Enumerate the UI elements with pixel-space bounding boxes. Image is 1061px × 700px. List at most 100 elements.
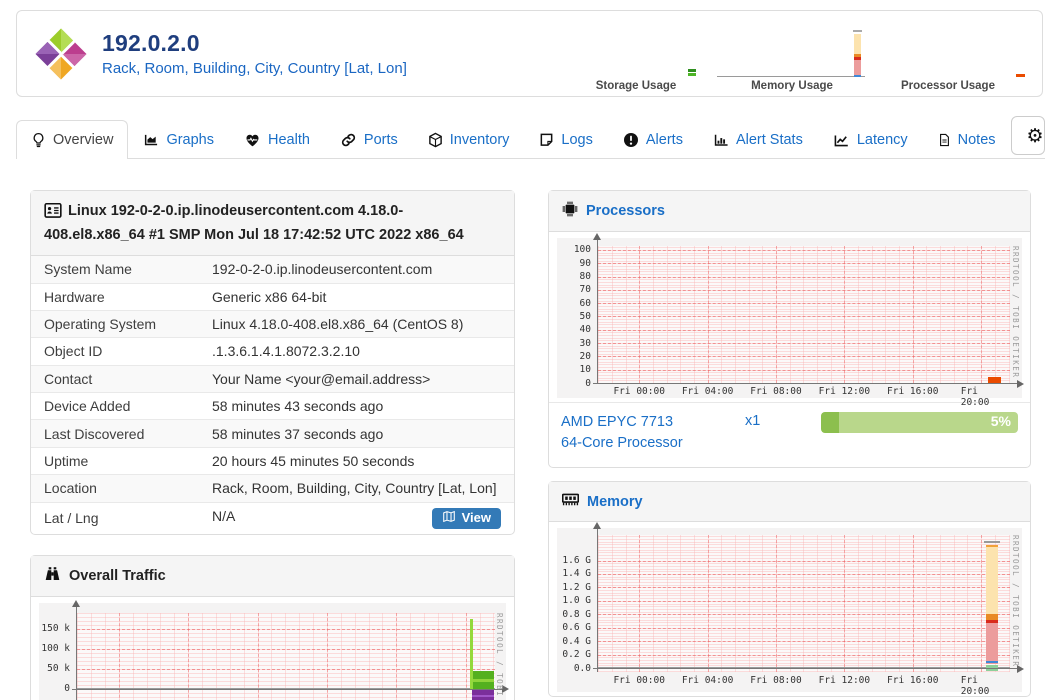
- area-chart-icon: [143, 133, 159, 148]
- mini-graph-storage[interactable]: Storage Usage: [558, 25, 714, 93]
- gridline: [639, 535, 641, 673]
- gridline: [871, 246, 873, 383]
- settings-button[interactable]: ⚙: [1012, 117, 1044, 154]
- table-row: Lat / Lng N/A View: [31, 501, 514, 534]
- gridline: [639, 246, 641, 383]
- tab-label: Alert Stats: [735, 132, 803, 148]
- gridline: [981, 535, 983, 673]
- tab-graphs[interactable]: Graphs: [128, 120, 229, 159]
- device-actions-group: ⚙: [1010, 116, 1045, 155]
- cpu-usage-bar-fill: [821, 412, 839, 433]
- map-icon: [442, 510, 456, 526]
- row-label: Hardware: [31, 282, 199, 311]
- gridline: [598, 356, 1010, 358]
- tab-latency[interactable]: Latency: [818, 120, 923, 159]
- gridline: [953, 246, 955, 383]
- gridline: [830, 246, 832, 383]
- gridline: [748, 246, 750, 383]
- view-button[interactable]: View: [431, 507, 501, 529]
- mini-graph-mark: [688, 73, 696, 76]
- x-axis-tick: Fri 00:00: [613, 675, 665, 687]
- cpu-name-link[interactable]: AMD EPYC 7713 64-Core Processor: [561, 412, 719, 454]
- system-card: Linux 192-0-2-0.ip.linodeusercontent.com…: [30, 190, 515, 535]
- gridline: [912, 246, 914, 383]
- row-value: Generic x86 64-bit: [199, 282, 514, 311]
- gridline: [940, 535, 942, 673]
- bar-chart-icon: [713, 133, 729, 148]
- y-axis-tick: 50: [579, 310, 591, 322]
- memory-graph[interactable]: Fri 00:00 Fri 04:00 Fri 08:00 Fri 12:00 Fri …: [557, 522, 1024, 697]
- gridline: [981, 246, 983, 383]
- tab-alerts[interactable]: Alerts: [608, 120, 698, 159]
- row-label: Location: [31, 474, 199, 503]
- gridline: [598, 329, 1010, 331]
- system-card-header: Linux 192-0-2-0.ip.linodeusercontent.com…: [31, 191, 514, 257]
- overall-traffic-graph[interactable]: 0 50 k 100 k 150 k RRDTOOL / TOBI OETIKER: [39, 599, 509, 700]
- gridline: [598, 614, 1010, 616]
- gridline: [598, 369, 1010, 371]
- tab-label: Logs: [561, 132, 593, 148]
- lightbulb-icon: [31, 132, 46, 148]
- sticky-note-icon: [539, 132, 554, 148]
- tab-label: Overview: [53, 132, 114, 148]
- gridline: [77, 628, 495, 630]
- mini-graph-memory[interactable]: Memory Usage: [714, 25, 870, 93]
- tab-alert-stats[interactable]: Alert Stats: [698, 120, 818, 159]
- mini-graph-label: Memory Usage: [751, 80, 833, 92]
- gridline: [789, 535, 791, 673]
- mini-graph-mark: [854, 34, 861, 54]
- gridline: [598, 316, 1010, 318]
- y-axis-tick: 0.0: [573, 662, 591, 674]
- data-bar: [472, 694, 495, 697]
- processors-graph[interactable]: Fri 00:00 Fri 04:00 Fri 08:00 Fri 12:00 Fri …: [557, 233, 1024, 408]
- y-axis-tick: 30: [579, 337, 591, 349]
- x-axis-tick: Fri 20:00: [960, 675, 990, 698]
- gridline: [830, 535, 832, 673]
- row-value: 192-0-2-0.ip.linodeusercontent.com: [199, 256, 514, 284]
- gridline: [598, 263, 1010, 265]
- table-row: System Name 192-0-2-0.ip.linodeuserconten…: [31, 256, 514, 284]
- y-axis-tick: 0.8 G: [562, 608, 591, 620]
- gridline: [611, 246, 613, 383]
- device-location-link[interactable]: Rack, Room, Building, City, Country [Lat…: [102, 60, 407, 77]
- gridline: [598, 560, 1010, 562]
- x-axis-tick: Fri 00:00: [613, 386, 665, 397]
- gridline: [598, 343, 1010, 345]
- y-axis-tick: 100 k: [41, 643, 70, 655]
- mini-graph-mark: [1016, 74, 1025, 77]
- mini-graph-label: Storage Usage: [595, 80, 677, 92]
- y-axis-tick: 40: [579, 324, 591, 336]
- gridline: [912, 535, 914, 673]
- gridline: [707, 535, 709, 673]
- tab-inventory[interactable]: Inventory: [413, 120, 525, 159]
- gridline: [803, 535, 805, 673]
- gridline: [611, 535, 613, 673]
- mini-graph-mark: [853, 30, 862, 32]
- tab-logs[interactable]: Logs: [524, 120, 607, 159]
- tab-notes[interactable]: Notes: [923, 120, 1011, 159]
- table-row: Location Rack, Room, Building, City, Coun…: [31, 474, 514, 503]
- row-label: Device Added: [31, 392, 199, 420]
- y-axis-tick: 0.2 G: [562, 649, 591, 661]
- gridline: [1008, 535, 1010, 673]
- mini-graphs: Storage Usage Memory Usage Processor Usage: [558, 25, 1026, 93]
- y-axis-tick: 70: [579, 284, 591, 296]
- tab-ports[interactable]: Ports: [325, 120, 413, 159]
- gridline: [625, 535, 627, 673]
- gridline: [598, 654, 1010, 656]
- file-text-icon: [938, 132, 951, 148]
- mini-graph-processor[interactable]: Processor Usage: [870, 25, 1026, 93]
- gridline: [666, 246, 668, 383]
- gridline: [775, 535, 777, 673]
- row-label: Operating System: [31, 309, 199, 338]
- tab-health[interactable]: Health: [229, 120, 325, 159]
- data-bar: [472, 679, 495, 683]
- row-value: .1.3.6.1.4.1.8072.3.2.10: [199, 337, 514, 366]
- gridline: [666, 535, 668, 673]
- processor-list-item: AMD EPYC 7713 64-Core Processor x1 5%: [549, 402, 1030, 467]
- tab-label: Inventory: [449, 132, 510, 148]
- table-row: Device Added 58 minutes 43 seconds ago: [31, 392, 514, 420]
- memory-card-title: Memory: [587, 493, 643, 510]
- tab-overview[interactable]: Overview: [16, 120, 129, 159]
- row-label: Lat / Lng: [31, 501, 199, 534]
